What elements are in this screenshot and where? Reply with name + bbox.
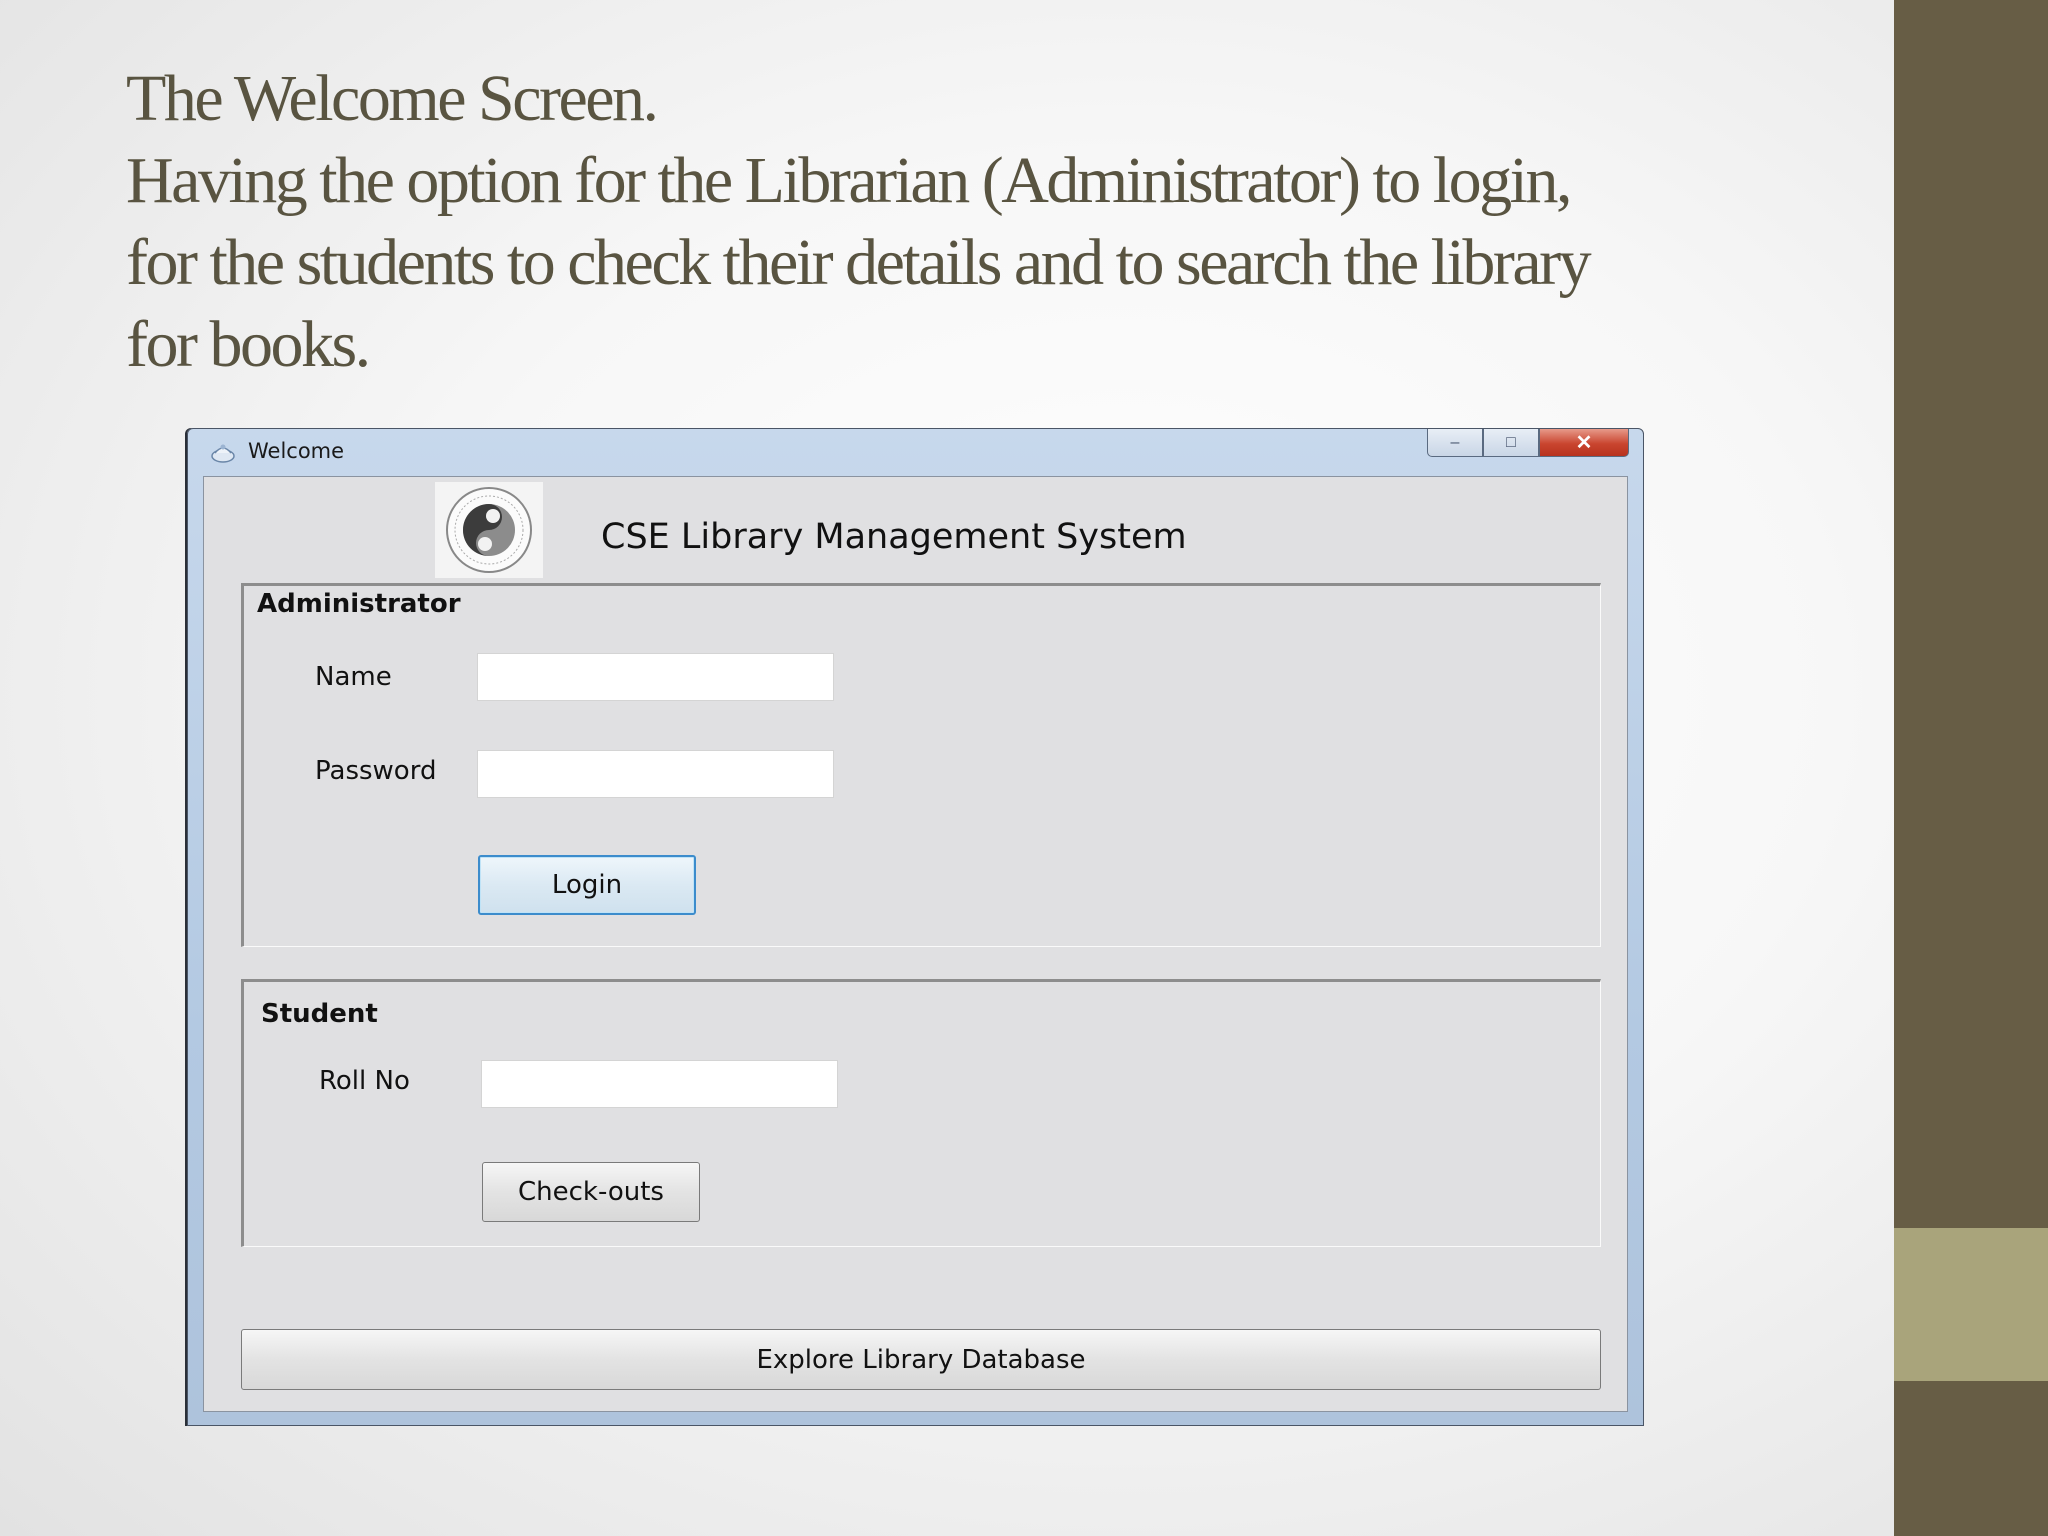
slide-title-line: Having the option for the Librarian (Adm… (126, 144, 1572, 217)
slide-side-accent (1894, 1228, 2048, 1381)
window-titlebar[interactable]: Welcome – □ ✕ (188, 429, 1643, 473)
window-controls: – □ ✕ (1427, 429, 1629, 459)
student-group: Student Roll No Check-outs (241, 979, 1601, 1247)
close-button[interactable]: ✕ (1539, 429, 1629, 457)
administrator-group: Administrator Name Password Login (241, 583, 1601, 947)
institute-logo (435, 482, 543, 578)
login-button[interactable]: Login (478, 855, 696, 915)
name-label: Name (315, 662, 392, 692)
maximize-button[interactable]: □ (1483, 429, 1539, 457)
slide-title: The Welcome Screen. Having the option fo… (126, 58, 1826, 386)
slide-title-line: for books. (126, 308, 371, 381)
welcome-window: Welcome – □ ✕ CSE Library Management Sys… (187, 428, 1644, 1426)
slide-title-line: for the students to check their details … (126, 226, 1592, 299)
student-group-label: Student (261, 999, 378, 1029)
password-label: Password (315, 756, 437, 786)
window-content: CSE Library Management System Administra… (203, 476, 1628, 1412)
window-title: Welcome (248, 439, 345, 463)
minimize-button[interactable]: – (1427, 429, 1483, 457)
roll-no-label: Roll No (319, 1066, 410, 1096)
administrator-group-label: Administrator (257, 589, 461, 619)
java-app-icon (211, 444, 235, 463)
name-input[interactable] (477, 653, 834, 701)
app-heading: CSE Library Management System (601, 517, 1187, 557)
roll-no-input[interactable] (481, 1060, 838, 1108)
explore-library-database-button[interactable]: Explore Library Database (241, 1329, 1601, 1390)
password-input[interactable] (477, 750, 834, 798)
check-outs-button[interactable]: Check-outs (482, 1162, 700, 1222)
slide-title-line: The Welcome Screen. (126, 62, 659, 135)
